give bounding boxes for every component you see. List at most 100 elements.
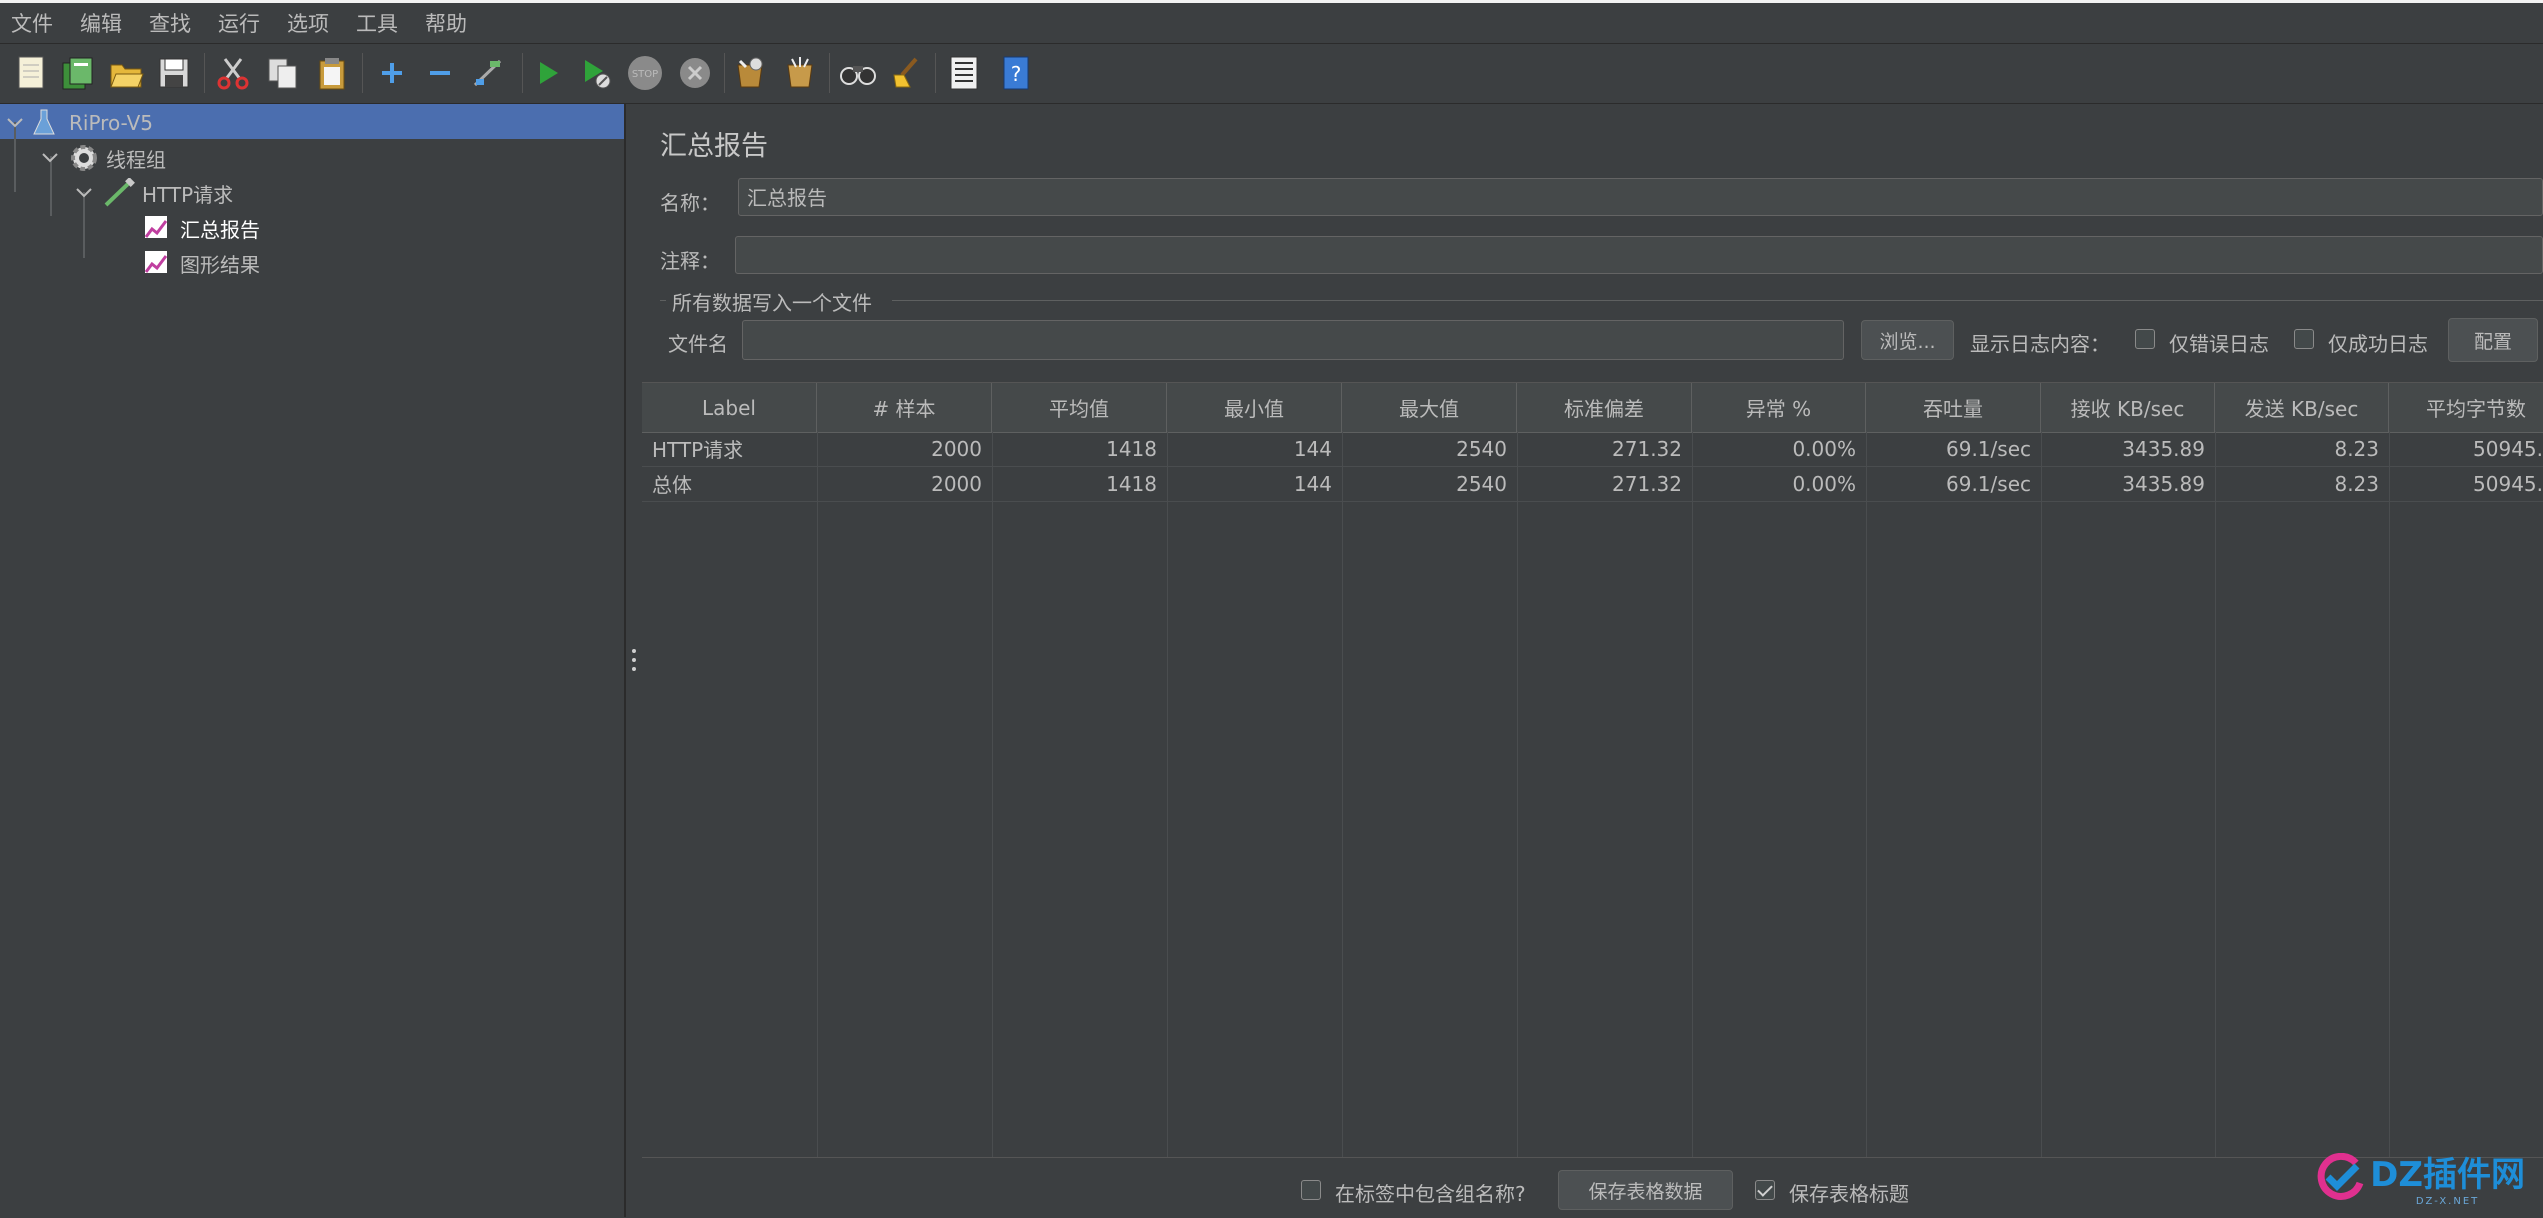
toggle-icon[interactable] (468, 53, 508, 93)
tree-label-thread-group: 线程组 (106, 147, 166, 172)
filename-label: 文件名 (668, 332, 728, 356)
save-header-checkbox[interactable] (1755, 1180, 1775, 1200)
menu-tools[interactable]: 工具 (356, 8, 398, 38)
cell-received-kb: 3435.89 (2122, 436, 2205, 461)
errors-only-checkbox[interactable] (2135, 329, 2155, 349)
cell-label: 总体 (652, 473, 692, 497)
search-icon[interactable] (838, 53, 878, 93)
log-content-label: 显示日志内容： (1970, 332, 2110, 356)
tree-item-test-plan[interactable]: RiPro-V5 (5, 106, 153, 140)
tree-item-summary-report[interactable]: 汇总报告 (144, 211, 260, 245)
cell-samples: 2000 (931, 471, 982, 496)
summary-report-panel: 汇总报告 名称： 汇总报告 注释： 所有数据写入一个文件 文件名 浏览... 显… (642, 104, 2543, 1218)
cell-avg-bytes: 50945. (2473, 436, 2543, 461)
shutdown-icon[interactable] (675, 53, 715, 93)
start-icon[interactable] (528, 53, 568, 93)
col-header-samples[interactable]: # 样本 (817, 383, 992, 432)
tree-item-graph-results[interactable]: 图形结果 (144, 246, 260, 280)
menu-run[interactable]: 运行 (218, 8, 260, 38)
save-icon[interactable] (154, 53, 194, 93)
tree-label-summary-report: 汇总报告 (180, 217, 260, 242)
panel-title: 汇总报告 (660, 131, 768, 162)
start-no-pause-icon[interactable] (576, 53, 616, 93)
cell-std-dev: 271.32 (1612, 471, 1682, 496)
browse-button[interactable]: 浏览... (1861, 320, 1954, 360)
name-field[interactable]: 汇总报告 (738, 178, 2543, 216)
help-icon[interactable]: ? (996, 53, 1036, 93)
flask-icon (33, 108, 59, 138)
filename-field[interactable] (742, 320, 1844, 360)
col-header-min[interactable]: 最小值 (1167, 383, 1342, 432)
tree-label-test-plan: RiPro-V5 (69, 111, 154, 135)
success-only-checkbox[interactable] (2294, 329, 2314, 349)
split-divider[interactable] (626, 104, 642, 1217)
col-header-throughput[interactable]: 吞吐量 (1866, 383, 2041, 432)
cell-throughput: 69.1/sec (1946, 471, 2031, 496)
gear-icon (68, 142, 100, 174)
tree-label-graph-results: 图形结果 (180, 252, 260, 277)
table-row[interactable]: 总体 2000 1418 144 2540 271.32 0.00% 69.1/… (642, 466, 2543, 502)
svg-text:STOP: STOP (632, 69, 658, 80)
cell-avg-bytes: 50945. (2473, 471, 2543, 496)
cell-max: 2540 (1456, 436, 1507, 461)
tree-item-thread-group[interactable]: 线程组 (40, 141, 166, 175)
col-header-max[interactable]: 最大值 (1342, 383, 1517, 432)
tree-label-http-request: HTTP请求 (142, 182, 234, 207)
comment-field[interactable] (735, 236, 2543, 274)
col-header-avg-bytes[interactable]: 平均字节数 (2389, 383, 2543, 432)
cell-min: 144 (1293, 471, 1332, 496)
tree-item-http-request[interactable]: HTTP请求 (74, 176, 233, 210)
include-group-checkbox[interactable] (1301, 1180, 1321, 1200)
col-header-label[interactable]: Label (642, 383, 817, 432)
cell-sent-kb: 8.23 (2334, 471, 2379, 496)
watermark: DZ插件网 DZ-X.NET (2316, 1147, 2525, 1207)
cell-std-dev: 271.32 (1612, 436, 1682, 461)
cell-error-pct: 0.00% (1792, 436, 1856, 461)
menu-search[interactable]: 查找 (149, 8, 191, 38)
col-header-received-kb[interactable]: 接收 KB/sec (2041, 383, 2215, 432)
menu-help[interactable]: 帮助 (425, 8, 467, 38)
test-plan-tree (0, 104, 626, 1217)
drag-handle-icon[interactable] (631, 649, 637, 675)
reset-search-icon[interactable] (886, 53, 926, 93)
cell-throughput: 69.1/sec (1946, 436, 2031, 461)
new-icon[interactable] (12, 53, 52, 93)
table-row[interactable]: HTTP请求 2000 1418 144 2540 271.32 0.00% 6… (642, 431, 2543, 467)
configure-button[interactable]: 配置 (2448, 318, 2538, 362)
menu-options[interactable]: 选项 (287, 8, 329, 38)
name-label: 名称： (660, 191, 720, 215)
cut-icon[interactable] (213, 53, 253, 93)
success-only-label: 仅成功日志 (2328, 332, 2428, 356)
clear-icon[interactable] (730, 53, 770, 93)
watermark-logo-icon (2317, 1153, 2364, 1200)
summary-table[interactable]: Label # 样本 平均值 最小值 最大值 标准偏差 异常 % 吞吐量 接收 … (642, 382, 2543, 1157)
stop-icon[interactable]: STOP (625, 53, 665, 93)
file-group-title: 所有数据写入一个文件 (672, 291, 872, 315)
clear-all-icon[interactable] (780, 53, 820, 93)
menu-edit[interactable]: 编辑 (80, 8, 122, 38)
col-header-sent-kb[interactable]: 发送 KB/sec (2215, 383, 2389, 432)
expand-icon[interactable] (372, 53, 412, 93)
templates-icon[interactable] (58, 53, 98, 93)
bottom-bar: 在标签中包含组名称? 保存表格数据 保存表格标题 (642, 1157, 2543, 1218)
cell-received-kb: 3435.89 (2122, 471, 2205, 496)
cell-average: 1418 (1106, 471, 1157, 496)
col-header-error-pct[interactable]: 异常 % (1692, 383, 1866, 432)
paste-icon[interactable] (313, 53, 353, 93)
open-icon[interactable] (106, 53, 146, 93)
copy-icon[interactable] (263, 53, 303, 93)
chevron-down-icon[interactable] (40, 148, 60, 168)
menu-file[interactable]: 文件 (11, 8, 53, 38)
save-header-label: 保存表格标题 (1789, 1182, 1909, 1206)
cell-min: 144 (1293, 436, 1332, 461)
function-helper-icon[interactable] (944, 53, 984, 93)
chevron-down-icon[interactable] (74, 183, 94, 203)
col-header-average[interactable]: 平均值 (992, 383, 1167, 432)
menu-bar: 文件 编辑 查找 运行 选项 工具 帮助 (0, 3, 2543, 44)
collapse-icon[interactable] (420, 53, 460, 93)
errors-only-label: 仅错误日志 (2169, 332, 2269, 356)
save-table-data-button[interactable]: 保存表格数据 (1558, 1170, 1733, 1210)
table-header: Label # 样本 平均值 最小值 最大值 标准偏差 异常 % 吞吐量 接收 … (642, 382, 2543, 433)
chevron-down-icon[interactable] (5, 113, 25, 133)
col-header-std-dev[interactable]: 标准偏差 (1517, 383, 1692, 432)
